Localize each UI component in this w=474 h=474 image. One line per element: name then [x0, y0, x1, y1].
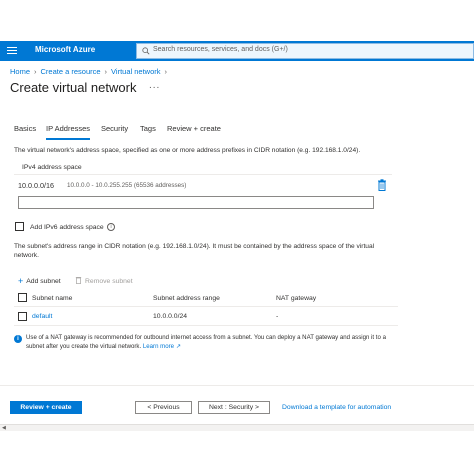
plus-icon: +	[18, 276, 24, 286]
breadcrumb-virtual-network[interactable]: Virtual network	[111, 67, 160, 76]
add-subnet-label: Add subnet	[26, 278, 61, 285]
column-subnet-name[interactable]: Subnet name	[32, 295, 72, 302]
tab-tags[interactable]: Tags	[140, 124, 156, 133]
chevron-right-icon: ›	[164, 67, 168, 76]
scroll-left-icon[interactable]: ◀	[2, 425, 6, 431]
learn-more-link[interactable]: Learn more ↗	[143, 343, 181, 350]
subnet-table-header: Subnet name Subnet address range NAT gat…	[14, 290, 398, 307]
subnet-name-link[interactable]: default	[32, 313, 52, 320]
ipv4-address-range: 10.0.0.0 - 10.0.255.255 (65536 addresses…	[67, 182, 187, 189]
brand-title[interactable]: Microsoft Azure	[35, 45, 95, 54]
external-link-icon: ↗	[175, 342, 181, 350]
trash-icon	[75, 277, 82, 284]
column-nat-gateway[interactable]: NAT gateway	[276, 295, 316, 302]
add-subnet-button[interactable]: + Add subnet	[18, 276, 61, 286]
remove-subnet-button[interactable]: Remove subnet	[75, 276, 133, 285]
ipv4-address-space-header: IPv4 address space	[14, 161, 392, 175]
ipv4-header-label: IPv4 address space	[22, 164, 82, 171]
azure-top-bar: Microsoft Azure Search resources, servic…	[0, 41, 474, 61]
table-row: default 10.0.0.0/24 -	[14, 310, 398, 326]
nat-info-message: Use of a NAT gateway is recommended for …	[26, 334, 386, 350]
chevron-right-icon: ›	[104, 67, 108, 76]
hamburger-menu-icon[interactable]	[7, 45, 17, 57]
tab-review-create[interactable]: Review + create	[167, 124, 221, 133]
footer-divider	[0, 385, 474, 386]
tab-basics[interactable]: Basics	[14, 124, 36, 133]
delete-trash-icon[interactable]	[377, 179, 387, 191]
nat-info-text: Use of a NAT gateway is recommended for …	[26, 334, 394, 351]
search-icon	[142, 47, 150, 55]
subnet-row-checkbox[interactable]	[18, 312, 27, 321]
address-space-description: The virtual network's address space, spe…	[14, 147, 361, 154]
page-title: Create virtual network	[10, 80, 137, 95]
ipv6-checkbox[interactable]	[15, 222, 24, 231]
tab-security[interactable]: Security	[101, 124, 128, 133]
learn-more-label: Learn more	[142, 342, 175, 350]
tab-ip-addresses[interactable]: IP Addresses	[46, 124, 91, 140]
new-address-space-input[interactable]	[18, 196, 374, 209]
review-create-button[interactable]: Review + create	[10, 401, 82, 414]
search-placeholder: Search resources, services, and docs (G+…	[153, 46, 288, 53]
select-all-subnets-checkbox[interactable]	[18, 293, 27, 302]
ipv6-checkbox-label: Add IPv6 address space	[30, 224, 104, 231]
column-subnet-address-range[interactable]: Subnet address range	[153, 295, 220, 302]
breadcrumb-home[interactable]: Home	[10, 67, 30, 76]
subnet-nat-gateway: -	[276, 313, 279, 320]
subnet-address-range: 10.0.0.0/24	[153, 313, 188, 320]
ipv4-address-row: 10.0.0.0/16 10.0.0.0 - 10.0.255.255 (655…	[14, 176, 392, 194]
remove-subnet-label: Remove subnet	[85, 278, 133, 285]
breadcrumb: Home › Create a resource › Virtual network ›	[10, 67, 171, 76]
previous-button[interactable]: < Previous	[135, 401, 192, 414]
breadcrumb-create-resource[interactable]: Create a resource	[41, 67, 101, 76]
more-options-icon[interactable]: ...	[149, 80, 160, 91]
subnet-description: The subnet's address range in CIDR notat…	[14, 243, 375, 259]
info-icon[interactable]: i	[107, 223, 115, 231]
info-icon: i	[14, 335, 22, 343]
download-template-link[interactable]: Download a template for automation	[282, 404, 391, 411]
next-security-button[interactable]: Next : Security >	[198, 401, 270, 414]
ipv4-address-value[interactable]: 10.0.0.0/16	[18, 181, 54, 190]
chevron-right-icon: ›	[34, 67, 37, 76]
horizontal-scrollbar[interactable]: ◀	[0, 424, 474, 431]
global-search-input[interactable]: Search resources, services, and docs (G+…	[136, 43, 474, 59]
